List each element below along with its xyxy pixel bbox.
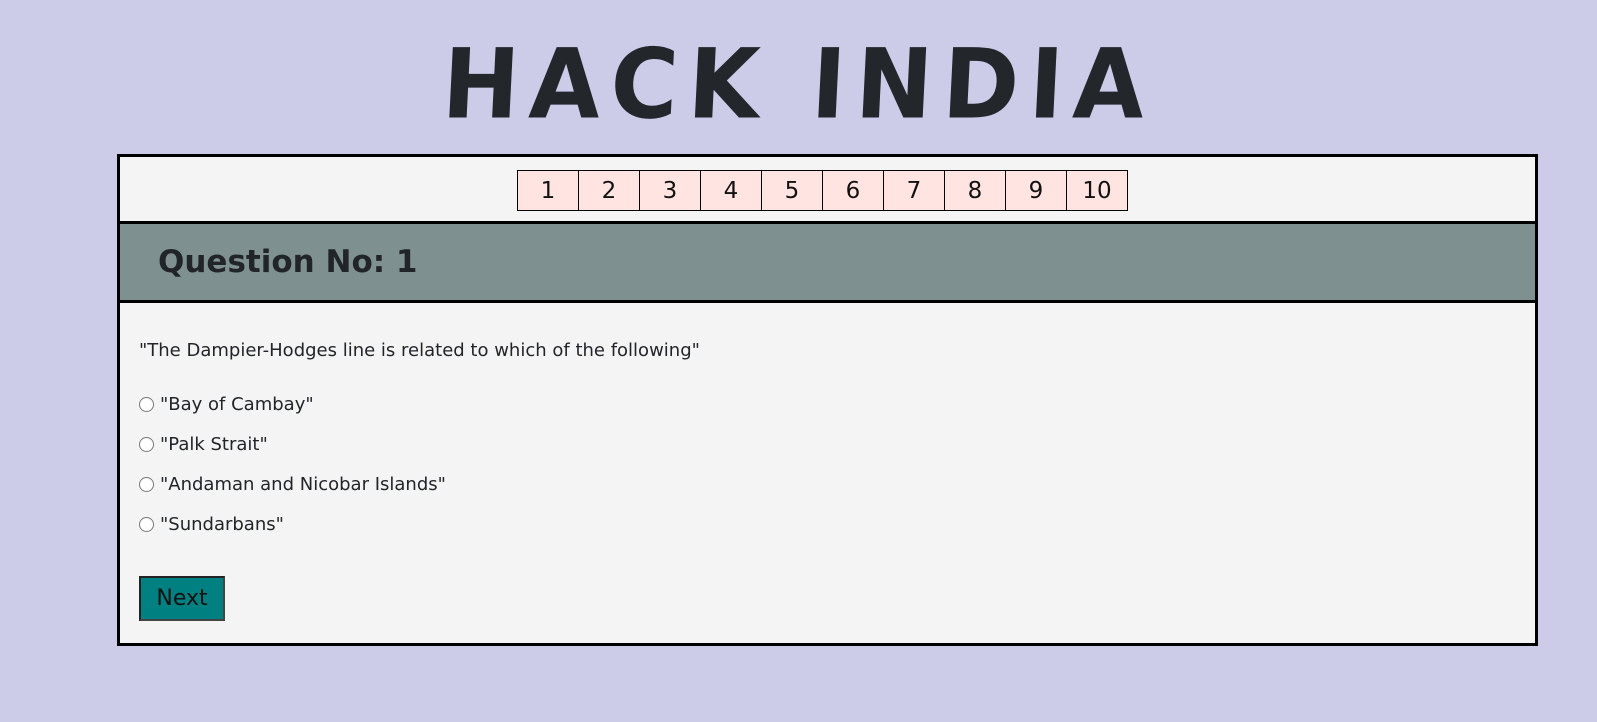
answer-option-3[interactable]: "Andaman and Nicobar Islands" [137,464,446,504]
question-header: Question No: 1 [120,221,1535,303]
answer-radio-3[interactable] [139,476,154,492]
question-nav-button-5[interactable]: 5 [761,170,823,211]
question-nav: 1 2 3 4 5 6 7 8 9 10 [517,170,1128,211]
question-number-title: Question No: 1 [158,244,418,280]
answer-options: "Bay of Cambay" "Palk Strait" "Andaman a… [137,384,446,544]
answer-option-2[interactable]: "Palk Strait" [137,424,446,464]
answer-option-1[interactable]: "Bay of Cambay" [137,384,446,424]
answer-option-4[interactable]: "Sundarbans" [137,504,446,544]
next-button[interactable]: Next [139,576,225,621]
quiz-card: 1 2 3 4 5 6 7 8 9 10 Question No: 1 "The… [117,154,1538,646]
question-nav-button-4[interactable]: 4 [700,170,762,211]
question-nav-button-3[interactable]: 3 [639,170,701,211]
answer-option-label: "Palk Strait" [160,433,268,455]
question-nav-button-8[interactable]: 8 [944,170,1006,211]
question-nav-button-9[interactable]: 9 [1005,170,1067,211]
answer-option-label: "Sundarbans" [160,513,284,535]
answer-option-label: "Bay of Cambay" [160,393,314,415]
answer-radio-1[interactable] [139,396,154,412]
answer-radio-2[interactable] [139,436,154,452]
site-title: HACK INDIA [439,28,1158,141]
question-text: "The Dampier-Hodges line is related to w… [139,340,700,361]
question-nav-button-7[interactable]: 7 [883,170,945,211]
answer-option-label: "Andaman and Nicobar Islands" [160,473,446,495]
question-nav-button-2[interactable]: 2 [578,170,640,211]
question-nav-button-6[interactable]: 6 [822,170,884,211]
question-nav-button-1[interactable]: 1 [517,170,579,211]
answer-radio-4[interactable] [139,516,154,532]
question-nav-button-10[interactable]: 10 [1066,170,1128,211]
